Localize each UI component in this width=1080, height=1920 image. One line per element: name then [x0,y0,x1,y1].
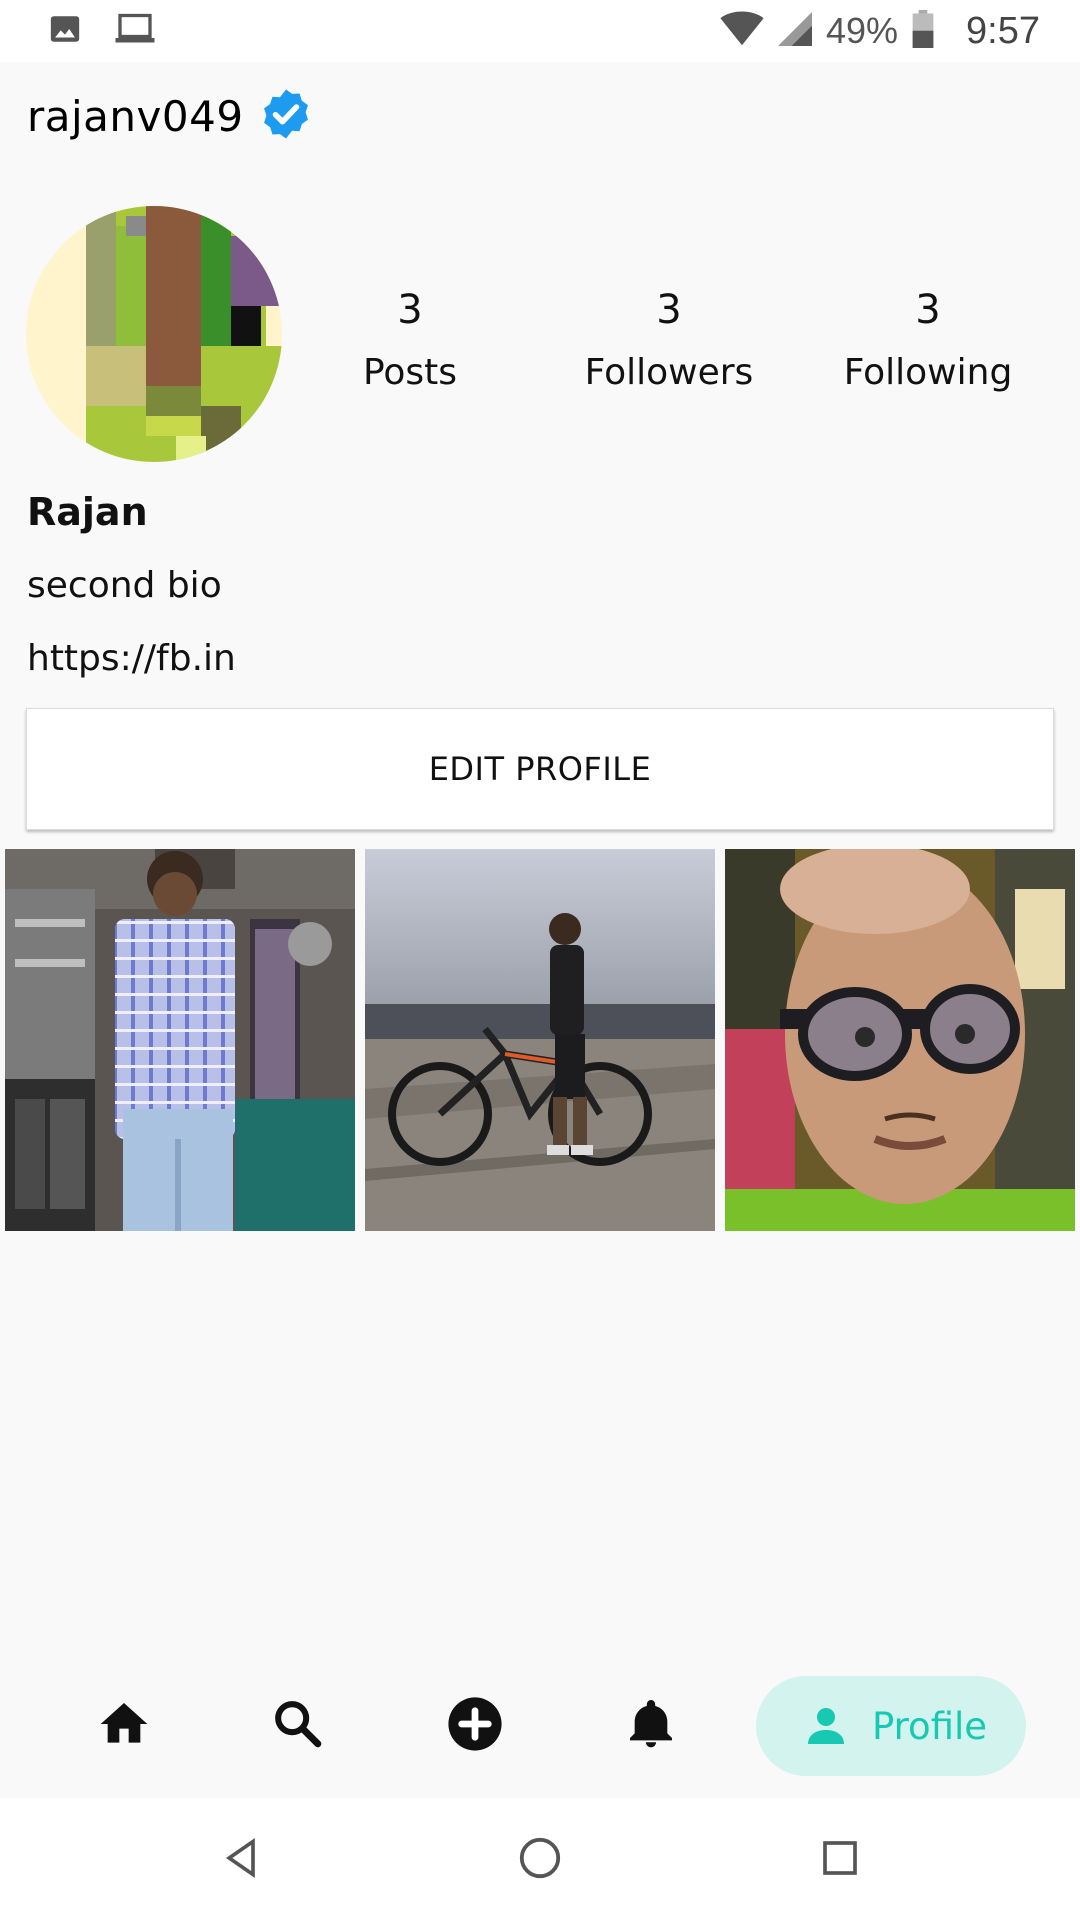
nav-profile-label: Profile [872,1704,988,1748]
recents-icon[interactable] [808,1826,872,1890]
clock: 9:57 [966,9,1040,52]
add-icon[interactable] [439,1688,511,1760]
stat-followers[interactable]: 3 Followers [549,280,789,393]
stat-posts[interactable]: 3 Posts [290,280,530,393]
posts-label: Posts [362,352,458,393]
profile-header: rajanv049 [27,86,314,146]
stat-following[interactable]: 3 Following [808,280,1048,393]
following-label: Following [843,352,1013,393]
bio: second bio [27,565,222,606]
notifications-icon[interactable] [615,1688,687,1760]
post-thumbnail[interactable] [365,849,715,1231]
display-name: Rajan [27,490,148,534]
profile-link[interactable]: https://fb.in [27,638,236,679]
signal-icon [777,11,812,51]
status-bar: 49% 9:57 [0,0,1080,62]
battery-icon [912,10,934,52]
following-count: 3 [915,287,941,333]
edit-profile-button[interactable]: EDIT PROFILE [26,708,1054,830]
profile-stats: 3 Posts 3 Followers 3 Following [0,280,1080,410]
post-thumbnail[interactable] [725,849,1075,1231]
followers-label: Followers [584,352,754,393]
nav-profile-tab[interactable]: Profile [756,1676,1026,1776]
home-circle-icon[interactable] [508,1826,572,1890]
battery-percent: 49% [825,10,899,51]
verified-badge-icon [258,86,314,146]
back-icon[interactable] [210,1826,274,1890]
person-icon [802,1702,850,1750]
followers-count: 3 [656,287,682,333]
laptop-icon [114,12,156,50]
posts-grid [5,849,1075,1231]
bottom-navigation: Profile [0,1650,1080,1798]
home-icon[interactable] [88,1688,160,1760]
wifi-icon [720,11,764,51]
post-thumbnail[interactable] [5,849,355,1231]
username: rajanv049 [27,91,244,141]
system-navigation [0,1798,1080,1920]
search-icon[interactable] [262,1688,334,1760]
image-icon [48,12,82,50]
posts-count: 3 [397,287,423,333]
